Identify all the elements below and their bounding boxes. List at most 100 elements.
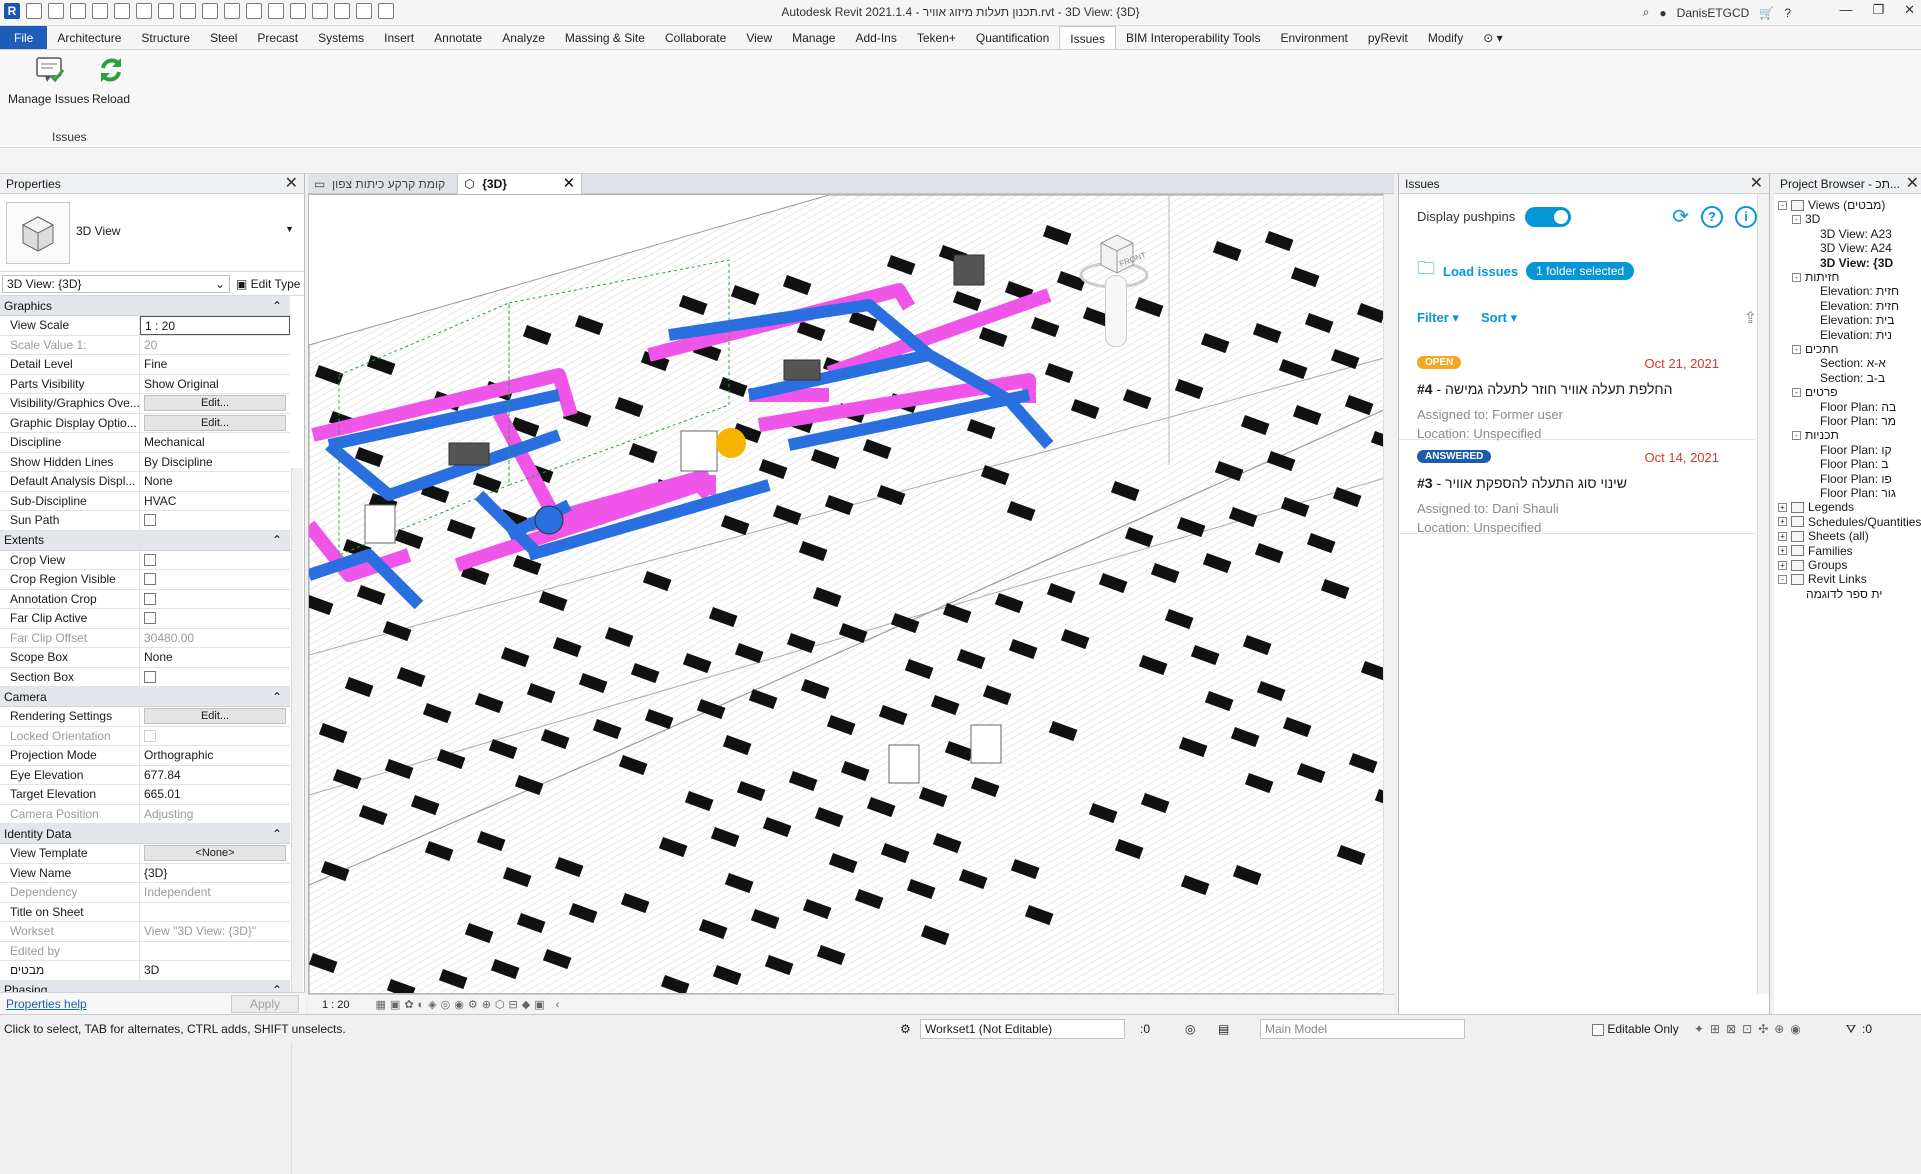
tab-manage[interactable]: Manage xyxy=(782,26,845,49)
tab-issues[interactable]: Issues xyxy=(1059,26,1116,49)
property-value[interactable]: Edit... xyxy=(140,394,290,413)
tab-modify[interactable]: Modify xyxy=(1418,26,1473,49)
edit-button[interactable]: Edit... xyxy=(144,395,286,411)
tab-analyze[interactable]: Analyze xyxy=(492,26,555,49)
refresh-icon[interactable]: ⟳ xyxy=(1672,204,1689,229)
tab-massing-site[interactable]: Massing & Site xyxy=(555,26,655,49)
checkbox[interactable] xyxy=(144,573,156,585)
collapse-icon[interactable]: - xyxy=(1792,272,1801,282)
view-controls[interactable]: ▦▣✿◐◈◎◉⚙⊕⬡⊟◆▣ ‹ xyxy=(376,998,564,1011)
expand-icon[interactable]: + xyxy=(1778,546,1787,556)
property-value[interactable]: Orthographic xyxy=(140,746,290,765)
properties-scrollbar[interactable] xyxy=(291,468,303,1174)
collapse-icon[interactable]: - xyxy=(1778,574,1787,584)
tab-floor-plan[interactable]: ▭ קומת קרקע כיתות צפון xyxy=(308,174,459,194)
restore-icon[interactable]: ❐ xyxy=(1872,2,1884,18)
property-value[interactable]: 1 : 20 xyxy=(140,316,290,335)
user-name[interactable]: DanisETGCD xyxy=(1677,6,1750,20)
checkbox[interactable] xyxy=(144,670,156,683)
sort-dropdown[interactable]: Sort ▾ xyxy=(1481,310,1517,326)
instance-selector[interactable]: 3D View: {3D} ⌄ xyxy=(2,274,230,293)
property-value[interactable] xyxy=(140,609,290,628)
expand-icon[interactable]: + xyxy=(1778,560,1787,570)
issues-scrollbar[interactable] xyxy=(1757,194,1769,994)
collapse-icon[interactable]: - xyxy=(1792,387,1801,397)
property-value[interactable] xyxy=(140,551,290,570)
tab-add-ins[interactable]: Add-Ins xyxy=(845,26,906,49)
apply-button[interactable]: Apply xyxy=(231,994,299,1013)
group-extents[interactable]: Extents ⌃ xyxy=(0,530,290,551)
editable-only-checkbox[interactable]: Editable Only xyxy=(1592,1022,1679,1036)
tab-systems[interactable]: Systems xyxy=(308,26,374,49)
reload-button[interactable]: Reload xyxy=(92,54,130,106)
tab-insert[interactable]: Insert xyxy=(374,26,424,49)
checkbox[interactable] xyxy=(144,592,156,605)
folder-selected-badge[interactable]: 1 folder selected xyxy=(1526,262,1635,280)
expand-icon[interactable]: + xyxy=(1778,531,1787,541)
selection-toggles[interactable]: ✦⊞⊠⊡✣⊕◉ xyxy=(1694,1022,1807,1036)
checkbox[interactable] xyxy=(144,514,156,526)
close-icon[interactable]: ✕ xyxy=(285,175,298,191)
group-graphics[interactable]: Graphics ⌃ xyxy=(0,296,290,316)
expand-icon[interactable]: + xyxy=(1778,517,1787,527)
property-value[interactable] xyxy=(140,668,290,687)
worksharing-count[interactable]: :0 xyxy=(1140,1022,1150,1036)
property-value[interactable]: Edit... xyxy=(140,707,290,726)
close-icon[interactable]: ✕ xyxy=(1906,175,1919,191)
close-icon[interactable]: ✕ xyxy=(563,174,576,194)
property-value[interactable]: None xyxy=(140,648,290,667)
workset-select[interactable]: Workset1 (Not Editable) xyxy=(920,1019,1125,1039)
load-issues-link[interactable]: Load issues xyxy=(1443,264,1518,279)
property-value[interactable]: Mechanical xyxy=(140,433,290,452)
tab-collaborate[interactable]: Collaborate xyxy=(655,26,736,49)
design-option-select[interactable]: Main Model xyxy=(1260,1019,1465,1039)
view-scale[interactable]: 1 : 20 xyxy=(322,999,350,1011)
collapse-icon[interactable]: - xyxy=(1792,214,1801,224)
property-value[interactable] xyxy=(140,511,290,530)
collapse-icon[interactable]: ⌃ xyxy=(272,827,282,841)
edit-type-button[interactable]: ▣ Edit Type xyxy=(236,277,300,291)
help-icon[interactable]: ? xyxy=(1701,205,1723,228)
ribbon-options-icon[interactable]: ⊙ ▾ xyxy=(1473,26,1512,49)
tab-quantification[interactable]: Quantification xyxy=(966,26,1059,49)
export-icon[interactable]: ⇪ xyxy=(1744,308,1757,328)
tab-precast[interactable]: Precast xyxy=(247,26,308,49)
collapse-icon[interactable]: ⌃ xyxy=(272,533,282,547)
tab-structure[interactable]: Structure xyxy=(131,26,200,49)
close-icon[interactable]: ✕ xyxy=(1904,2,1915,18)
filter-icon[interactable]: ⛛ xyxy=(1846,1022,1856,1037)
property-value[interactable]: 677.84 xyxy=(140,766,290,785)
property-value[interactable]: Fine xyxy=(140,355,290,374)
property-value[interactable] xyxy=(140,903,290,922)
tab-steel[interactable]: Steel xyxy=(200,26,247,49)
manage-issues-button[interactable]: Manage Issues xyxy=(8,54,89,106)
issue-card[interactable]: ANSWERED Oct 14, 2021 #3 - שינוי סוג התעלה… xyxy=(1399,440,1755,535)
property-value[interactable]: Edit... xyxy=(140,414,290,433)
help-icon[interactable]: ? xyxy=(1784,6,1791,20)
property-value[interactable]: HVAC xyxy=(140,492,290,511)
design-options-icon[interactable]: ▤ xyxy=(1218,1022,1229,1036)
checkbox[interactable] xyxy=(144,553,156,566)
tab-annotate[interactable]: Annotate xyxy=(424,26,492,49)
view-scrollbar[interactable] xyxy=(1383,194,1395,994)
edit-button[interactable]: <None> xyxy=(144,845,286,861)
user-icon[interactable]: ● xyxy=(1659,6,1666,20)
minimize-icon[interactable]: — xyxy=(1839,2,1852,18)
chevron-down-icon[interactable]: ▼ xyxy=(285,224,294,234)
property-value[interactable]: 665.01 xyxy=(140,785,290,804)
property-value[interactable]: None xyxy=(140,472,290,491)
tab-3d[interactable]: ⬡ {3D} ✕ xyxy=(458,174,583,194)
property-value[interactable] xyxy=(140,727,290,746)
checkbox[interactable] xyxy=(144,612,156,624)
collapse-icon[interactable]: ⌃ xyxy=(272,299,282,313)
group-identity-data[interactable]: Identity Data ⌃ xyxy=(0,824,290,844)
3d-viewport[interactable]: FRONT xyxy=(308,194,1394,994)
folder-icon[interactable]: 🗀 xyxy=(1417,256,1435,286)
type-selector[interactable]: 3D View ▼ xyxy=(0,194,304,272)
edit-button[interactable]: Edit... xyxy=(144,708,286,724)
property-value[interactable]: <None> xyxy=(140,844,290,863)
tab-teken-[interactable]: Teken+ xyxy=(907,26,966,49)
expand-icon[interactable]: + xyxy=(1778,502,1787,512)
tab-architecture[interactable]: Architecture xyxy=(47,26,131,49)
property-value[interactable]: Show Original xyxy=(140,375,290,394)
